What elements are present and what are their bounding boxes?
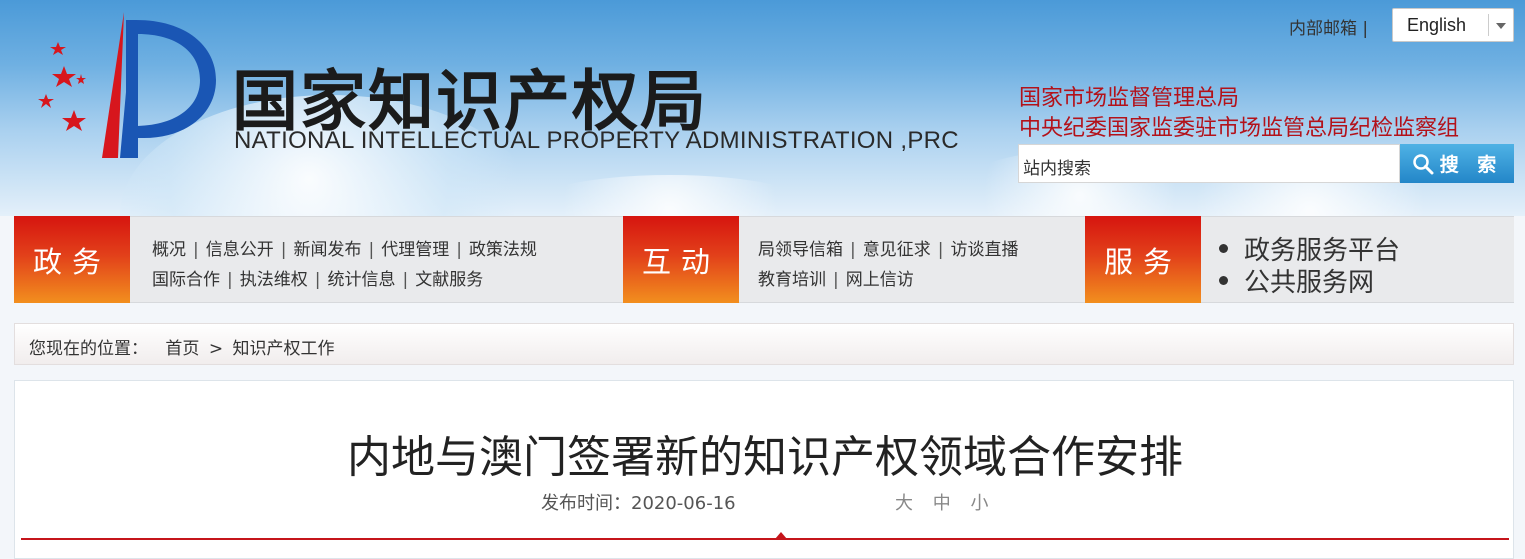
nav-interact-block[interactable]: 互动 xyxy=(623,216,739,303)
service-item-label: 公共服务网 xyxy=(1244,268,1375,298)
nav-link-training[interactable]: 教育培训 xyxy=(758,270,826,290)
nav-service-block[interactable]: 服务 xyxy=(1085,216,1201,303)
nav-link-literature[interactable]: 文献服务 xyxy=(415,270,483,290)
nav-gov-row1: 概况 | 信息公开 | 新闻发布 | 代理管理 | 政策法规 xyxy=(152,240,537,260)
nav-gov-block[interactable]: 政务 xyxy=(14,216,130,303)
cnipa-emblem-icon[interactable] xyxy=(26,8,226,168)
font-size-medium-button[interactable]: 中 xyxy=(933,493,951,514)
language-select[interactable]: English xyxy=(1392,8,1514,42)
breadcrumb-prefix: 您现在的位置： xyxy=(29,339,148,359)
main-nav: 政务 概况 | 信息公开 | 新闻发布 | 代理管理 | 政策法规 国际合作 | 执法维权 | 统计信息… xyxy=(14,216,1514,303)
nav-link-intl-coop[interactable]: 国际合作 xyxy=(152,270,220,290)
nav-interact-panel: 局领导信箱 | 意见征求 | 访谈直播 教育培训 | 网上信访 xyxy=(739,216,1085,303)
title-divider xyxy=(21,538,1509,540)
nav-gov-label: 政务 xyxy=(32,244,111,279)
nav-link-leader-mailbox[interactable]: 局领导信箱 xyxy=(758,240,843,260)
language-value: English xyxy=(1407,15,1467,35)
nav-gov-row2: 国际合作 | 执法维权 | 统计信息 | 文献服务 xyxy=(152,270,484,290)
nav-link-live-interview[interactable]: 访谈直播 xyxy=(950,240,1018,260)
select-divider xyxy=(1488,14,1489,36)
nav-link-agency-mgmt[interactable]: 代理管理 xyxy=(381,240,449,260)
nav-link-policy-law[interactable]: 政策法规 xyxy=(469,240,537,260)
nav-link-statistics[interactable]: 统计信息 xyxy=(327,270,395,290)
nav-interact-label: 互动 xyxy=(641,244,720,279)
font-size-large-button[interactable]: 大 xyxy=(895,493,913,514)
nav-link-consultation[interactable]: 意见征求 xyxy=(863,240,931,260)
article-panel: 内地与澳门签署新的知识产权领域合作安排 发布时间：2020-06-16 大 中 … xyxy=(14,380,1514,559)
publish-date: 发布时间：2020-06-16 xyxy=(541,493,736,514)
search-button-label: 搜 索 xyxy=(1439,154,1503,176)
samr-link[interactable]: 国家市场监督管理总局 xyxy=(1019,80,1239,112)
article-title: 内地与澳门签署新的知识产权领域合作安排 xyxy=(347,432,1183,483)
site-logo-english[interactable]: NATIONAL INTELLECTUAL PROPERTY ADMINISTR… xyxy=(234,127,959,155)
nav-service-panel: 政务服务平台 公共服务网 xyxy=(1201,216,1514,303)
breadcrumb: 您现在的位置： 首页 > 知识产权工作 xyxy=(14,323,1514,365)
nav-link-press[interactable]: 新闻发布 xyxy=(293,240,361,260)
bullet-icon xyxy=(1219,276,1228,285)
bullet-icon xyxy=(1219,244,1228,253)
internal-mail-link[interactable]: 内部邮箱 | xyxy=(1289,14,1368,39)
nav-link-enforcement[interactable]: 执法维权 xyxy=(240,270,308,290)
search-icon xyxy=(1412,153,1434,174)
nav-gov-panel: 概况 | 信息公开 | 新闻发布 | 代理管理 | 政策法规 国际合作 | 执法维权 | 统计信息 | 文献… xyxy=(130,216,623,303)
nav-service-label: 服务 xyxy=(1103,244,1182,279)
breadcrumb-home-link[interactable]: 首页 xyxy=(165,339,199,359)
cloud-decoration xyxy=(520,175,820,216)
nav-link-info-disclosure[interactable]: 信息公开 xyxy=(206,240,274,260)
nav-link-online-petition[interactable]: 网上信访 xyxy=(846,270,914,290)
divider-pointer-icon xyxy=(775,532,787,539)
search-button[interactable]: 搜 索 xyxy=(1400,144,1514,183)
nav-link-public-service-net[interactable]: 公共服务网 xyxy=(1219,262,1374,299)
breadcrumb-current-link[interactable]: 知识产权工作 xyxy=(232,339,334,359)
font-size-controls: 大 中 小 xyxy=(895,489,1002,515)
breadcrumb-separator: > xyxy=(208,339,224,359)
site-header: 国家知识产权局 NATIONAL INTELLECTUAL PROPERTY A… xyxy=(0,0,1525,216)
site-search-input[interactable]: 站内搜索 xyxy=(1018,144,1400,183)
font-size-small-button[interactable]: 小 xyxy=(970,493,988,514)
nav-interact-row2: 教育培训 | 网上信访 xyxy=(758,270,914,290)
nav-link-overview[interactable]: 概况 xyxy=(152,240,186,260)
discipline-inspection-link[interactable]: 中央纪委国家监委驻市场监管总局纪检监察组 xyxy=(1019,110,1459,142)
nav-interact-row1: 局领导信箱 | 意见征求 | 访谈直播 xyxy=(758,240,1019,260)
chevron-down-icon xyxy=(1496,23,1506,29)
